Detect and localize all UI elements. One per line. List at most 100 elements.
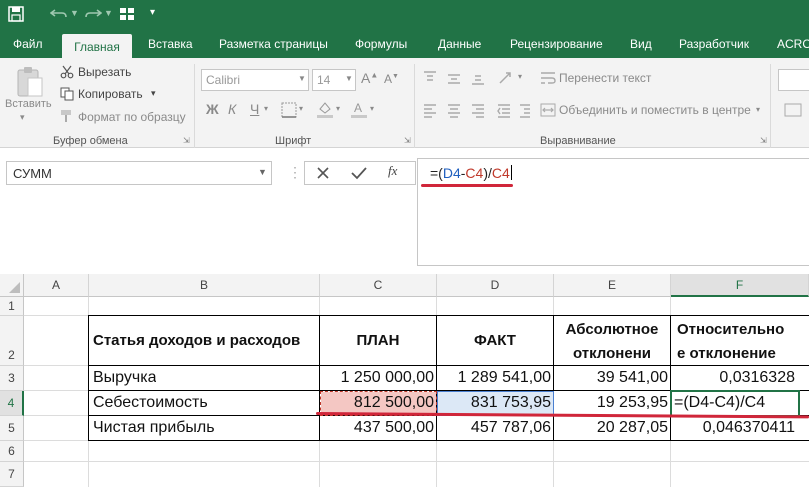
font-name-value: Calibri xyxy=(206,73,241,87)
row-header-2[interactable]: 2 xyxy=(0,316,24,366)
cell-c5[interactable]: 437 500,00 xyxy=(320,419,434,437)
tab-data[interactable]: Данные xyxy=(438,37,481,51)
merge-center-icon[interactable] xyxy=(540,102,556,118)
save-icon[interactable] xyxy=(8,6,24,22)
orientation-dropdown-icon[interactable]: ▾ xyxy=(518,72,522,81)
cell-e3[interactable]: 39 541,00 xyxy=(554,369,668,387)
wrap-text-button[interactable]: Перенести текст xyxy=(559,71,651,85)
insert-function-icon[interactable]: fx xyxy=(388,163,397,179)
header-cell-b[interactable]: Статья доходов и расходов xyxy=(89,328,319,353)
italic-button[interactable]: К xyxy=(228,101,236,117)
scissors-icon[interactable] xyxy=(60,65,74,79)
row-header-1[interactable]: 1 xyxy=(0,297,24,316)
cancel-icon[interactable] xyxy=(316,166,330,180)
cell-e5[interactable]: 20 287,05 xyxy=(554,419,668,437)
tab-insert[interactable]: Вставка xyxy=(148,37,193,51)
redo-dropdown-icon[interactable]: ▼ xyxy=(104,8,113,18)
font-name-select[interactable]: Calibri xyxy=(201,69,309,91)
row-header-4[interactable]: 4 xyxy=(0,391,24,416)
header-cell-e-line1[interactable]: Абсолютное xyxy=(554,317,670,342)
cell-c3[interactable]: 1 250 000,00 xyxy=(320,369,434,387)
tab-file[interactable]: Файл xyxy=(13,37,43,51)
column-header-a[interactable]: A xyxy=(24,274,89,297)
row-header-6[interactable]: 6 xyxy=(0,441,24,462)
header-cell-f-line1[interactable]: Относительно xyxy=(671,317,809,342)
borders-dropdown-icon[interactable]: ▾ xyxy=(299,104,303,113)
font-size-dropdown-icon[interactable]: ▼ xyxy=(345,74,353,83)
tab-review[interactable]: Рецензирование xyxy=(510,37,603,51)
paste-button[interactable]: Вставить xyxy=(5,98,52,110)
cell-d5[interactable]: 457 787,06 xyxy=(437,419,551,437)
percent-icon[interactable] xyxy=(784,102,804,118)
underline-dropdown-icon[interactable]: ▾ xyxy=(264,104,268,113)
copy-dropdown-icon[interactable]: ▾ xyxy=(151,88,156,99)
copy-button[interactable]: Копировать xyxy=(78,87,143,101)
header-cell-d[interactable]: ФАКТ xyxy=(437,328,553,353)
alignment-launcher-icon[interactable]: ⇲ xyxy=(760,136,767,145)
splitter-icon[interactable]: ⋮ xyxy=(288,164,302,181)
customize-toolbar-icon[interactable]: ▾ xyxy=(150,7,155,18)
cell-b5[interactable]: Чистая прибыль xyxy=(93,419,215,437)
redo-icon[interactable] xyxy=(84,7,102,21)
tab-home[interactable]: Главная xyxy=(62,34,132,60)
row-header-5[interactable]: 5 xyxy=(0,416,24,441)
cell-d4[interactable]: 831 753,95 xyxy=(437,394,551,412)
paste-dropdown-icon[interactable]: ▾ xyxy=(20,112,25,123)
cell-b3[interactable]: Выручка xyxy=(93,369,156,387)
form-icon[interactable] xyxy=(119,6,135,22)
header-cell-c[interactable]: ПЛАН xyxy=(320,328,436,353)
format-painter-icon[interactable] xyxy=(60,109,74,123)
formula-part: =( xyxy=(430,165,443,181)
number-format-select[interactable] xyxy=(778,69,809,91)
copy-icon[interactable] xyxy=(60,87,74,101)
name-box[interactable]: СУММ xyxy=(6,161,272,185)
row-header-7[interactable]: 7 xyxy=(0,462,24,487)
cell-f4[interactable]: =(D4-C4)/C4 xyxy=(674,394,798,412)
cell-d3[interactable]: 1 289 541,00 xyxy=(437,369,551,387)
paste-icon[interactable] xyxy=(16,66,44,100)
cell-c4[interactable]: 812 500,00 xyxy=(320,394,434,412)
font-color-icon[interactable]: A xyxy=(350,100,368,118)
font-color-dropdown-icon[interactable]: ▾ xyxy=(370,104,374,113)
merge-dropdown-icon[interactable]: ▾ xyxy=(756,105,760,114)
fill-color-dropdown-icon[interactable]: ▾ xyxy=(336,104,340,113)
borders-icon[interactable] xyxy=(281,102,297,118)
table-border xyxy=(88,315,809,316)
wrap-text-icon[interactable] xyxy=(540,70,556,86)
column-header-b[interactable]: B xyxy=(89,274,320,297)
column-header-c[interactable]: C xyxy=(320,274,437,297)
grow-font-icon[interactable]: A▲ xyxy=(361,70,378,86)
font-group-label: Шрифт xyxy=(275,135,312,147)
fill-color-icon[interactable] xyxy=(316,100,334,118)
tab-page-layout[interactable]: Разметка страницы xyxy=(219,37,328,51)
tab-formulas[interactable]: Формулы xyxy=(355,37,407,51)
column-header-d[interactable]: D xyxy=(437,274,554,297)
align-horizontal-icons[interactable] xyxy=(422,102,530,118)
column-header-f[interactable]: F xyxy=(671,274,809,297)
cell-b4[interactable]: Себестоимость xyxy=(93,394,208,412)
enter-icon[interactable] xyxy=(351,166,367,180)
name-box-value: СУММ xyxy=(13,166,52,181)
cell-f3[interactable]: 0,0316328 xyxy=(671,369,795,387)
font-launcher-icon[interactable]: ⇲ xyxy=(404,136,411,145)
column-header-e[interactable]: E xyxy=(554,274,671,297)
cell-f5[interactable]: 0,046370411 xyxy=(671,419,795,437)
format-painter-button[interactable]: Формат по образцу xyxy=(78,110,186,124)
merge-center-button[interactable]: Объединить и поместить в центре xyxy=(559,103,751,117)
tab-view[interactable]: Вид xyxy=(630,37,652,51)
align-top-icons[interactable] xyxy=(422,70,530,86)
undo-icon[interactable] xyxy=(50,7,68,21)
row-header-3[interactable]: 3 xyxy=(0,366,24,391)
underline-button[interactable]: Ч xyxy=(250,101,259,117)
tab-developer[interactable]: Разработчик xyxy=(679,37,749,51)
select-all-corner[interactable] xyxy=(0,274,24,297)
tab-acrobat[interactable]: ACRO xyxy=(777,37,809,51)
undo-dropdown-icon[interactable]: ▼ xyxy=(70,8,79,18)
bold-button[interactable]: Ж xyxy=(206,101,219,117)
cut-button[interactable]: Вырезать xyxy=(78,65,131,79)
cell-e4[interactable]: 19 253,95 xyxy=(554,394,668,412)
font-name-dropdown-icon[interactable]: ▼ xyxy=(298,74,306,83)
name-box-dropdown-icon[interactable]: ▼ xyxy=(258,167,267,177)
shrink-font-icon[interactable]: A▼ xyxy=(384,72,399,86)
clipboard-launcher-icon[interactable]: ⇲ xyxy=(183,136,190,145)
